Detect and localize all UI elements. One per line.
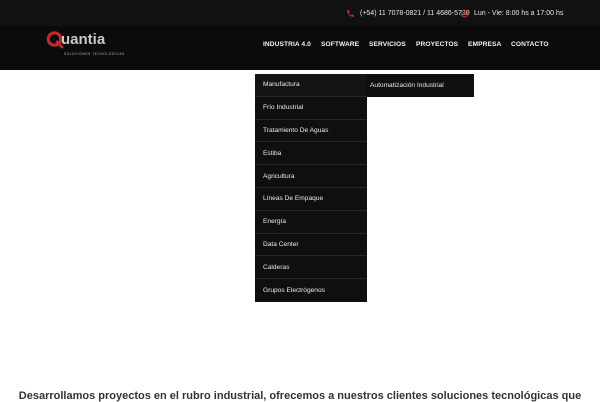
dropdown-item-grupos[interactable]: Grupos Electrógenos: [255, 279, 367, 302]
clock-icon: [460, 9, 469, 18]
dropdown-item-aguas[interactable]: Tratamiento De Aguas: [255, 120, 367, 143]
dropdown-item-calderas[interactable]: Calderas: [255, 256, 367, 280]
hours-text: Lun - Vie: 8:00 hs a 17:00 hs: [474, 9, 564, 17]
dropdown-item-empaque[interactable]: Líneas De Empaque: [255, 188, 367, 211]
hours-info: Lun - Vie: 8:00 hs a 17:00 hs: [460, 0, 563, 26]
phone-info: (+54) 11 7078-0821 / 11 4686-5730: [346, 0, 470, 26]
dropdown-item-estiba[interactable]: Estiba: [255, 142, 367, 166]
dropdown-item-manufactura[interactable]: Manufactura: [255, 74, 367, 97]
nav-empresa[interactable]: EMPRESA: [468, 41, 501, 48]
nav-servicios[interactable]: SERVICIOS: [369, 41, 406, 48]
phone-text: (+54) 11 7078-0821 / 11 4686-5730: [360, 9, 470, 17]
phone-icon: [346, 9, 355, 18]
intro-text: Desarrollamos proyectos en el rubro indu…: [18, 390, 582, 402]
dropdown-item-energia[interactable]: Energía: [255, 211, 367, 234]
main-nav: INDUSTRIA 4.0 SOFTWARE SERVICIOS PROYECT…: [0, 26, 600, 70]
dropdown-item-agricultura[interactable]: Agricultura: [255, 165, 367, 188]
industria-dropdown: Manufactura Frío Industrial Tratamiento …: [255, 74, 367, 302]
dropdown-item-frio[interactable]: Frío Industrial: [255, 97, 367, 120]
main-header: uantia SOLUCIONES TECNOLÓGICAS INDUSTRIA…: [0, 26, 600, 70]
dropdown-item-datacenter[interactable]: Data Center: [255, 234, 367, 257]
nav-industria[interactable]: INDUSTRIA 4.0: [263, 41, 311, 48]
nav-software[interactable]: SOFTWARE: [321, 41, 359, 48]
nav-proyectos[interactable]: PROYECTOS: [416, 41, 458, 48]
nav-contacto[interactable]: CONTACTO: [511, 41, 549, 48]
submenu-item-automatizacion[interactable]: Automatización Industrial: [366, 74, 474, 97]
top-info-bar: (+54) 11 7078-0821 / 11 4686-5730 Lun - …: [0, 0, 600, 26]
